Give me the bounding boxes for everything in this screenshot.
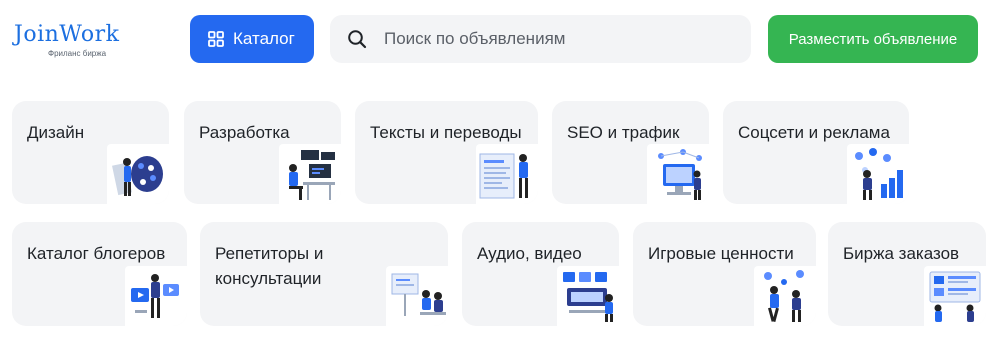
post-ad-button[interactable]: Разместить объявление bbox=[768, 15, 978, 63]
search-icon[interactable] bbox=[347, 29, 367, 49]
category-label: Разработка bbox=[199, 123, 290, 142]
logo-subtitle: Фриланс биржа bbox=[48, 49, 107, 58]
search-bar bbox=[330, 15, 751, 63]
header: JoinWork Фриланс биржа Каталог Разместит… bbox=[0, 0, 990, 90]
category-label: Репетиторы и консультации bbox=[215, 244, 324, 288]
category-card-orders-exchange[interactable]: Биржа заказов bbox=[828, 222, 986, 326]
category-card-texts[interactable]: Тексты и переводы bbox=[355, 101, 538, 204]
category-card-seo[interactable]: SEO и трафик bbox=[552, 101, 709, 204]
texts-illustration-icon bbox=[476, 144, 538, 204]
social-ads-illustration-icon bbox=[847, 144, 909, 204]
seo-illustration-icon bbox=[647, 144, 709, 204]
category-card-social-ads[interactable]: Соцсети и реклама bbox=[723, 101, 909, 204]
category-label: Каталог блогеров bbox=[27, 244, 166, 263]
category-label: Аудио, видео bbox=[477, 244, 582, 263]
category-card-tutors[interactable]: Репетиторы и консультации bbox=[200, 222, 448, 326]
category-label: Дизайн bbox=[27, 123, 85, 142]
audio-video-illustration-icon bbox=[557, 266, 619, 326]
catalog-button-label: Каталог bbox=[233, 29, 295, 48]
category-label: Соцсети и реклама bbox=[738, 123, 890, 142]
category-card-bloggers[interactable]: Каталог блогеров bbox=[12, 222, 187, 326]
bloggers-illustration-icon bbox=[125, 266, 187, 326]
game-items-illustration-icon bbox=[754, 266, 816, 326]
catalog-button[interactable]: Каталог bbox=[190, 15, 314, 63]
category-card-game-items[interactable]: Игровые ценности bbox=[633, 222, 816, 326]
grid-icon bbox=[208, 31, 224, 47]
category-label: SEO и трафик bbox=[567, 123, 680, 142]
development-illustration-icon bbox=[279, 144, 341, 204]
logo-wordmark: JoinWork bbox=[14, 22, 120, 47]
design-illustration-icon bbox=[107, 144, 169, 204]
category-label: Биржа заказов bbox=[843, 244, 960, 263]
category-card-development[interactable]: Разработка bbox=[184, 101, 341, 204]
category-label: Игровые ценности bbox=[648, 244, 794, 263]
tutors-illustration-icon bbox=[386, 266, 448, 326]
category-label: Тексты и переводы bbox=[370, 123, 522, 142]
category-card-audio-video[interactable]: Аудио, видео bbox=[462, 222, 619, 326]
category-card-design[interactable]: Дизайн bbox=[12, 101, 169, 204]
search-input[interactable] bbox=[384, 15, 734, 63]
site-logo[interactable]: JoinWork Фриланс биржа bbox=[14, 22, 134, 62]
orders-exchange-illustration-icon bbox=[924, 266, 986, 326]
